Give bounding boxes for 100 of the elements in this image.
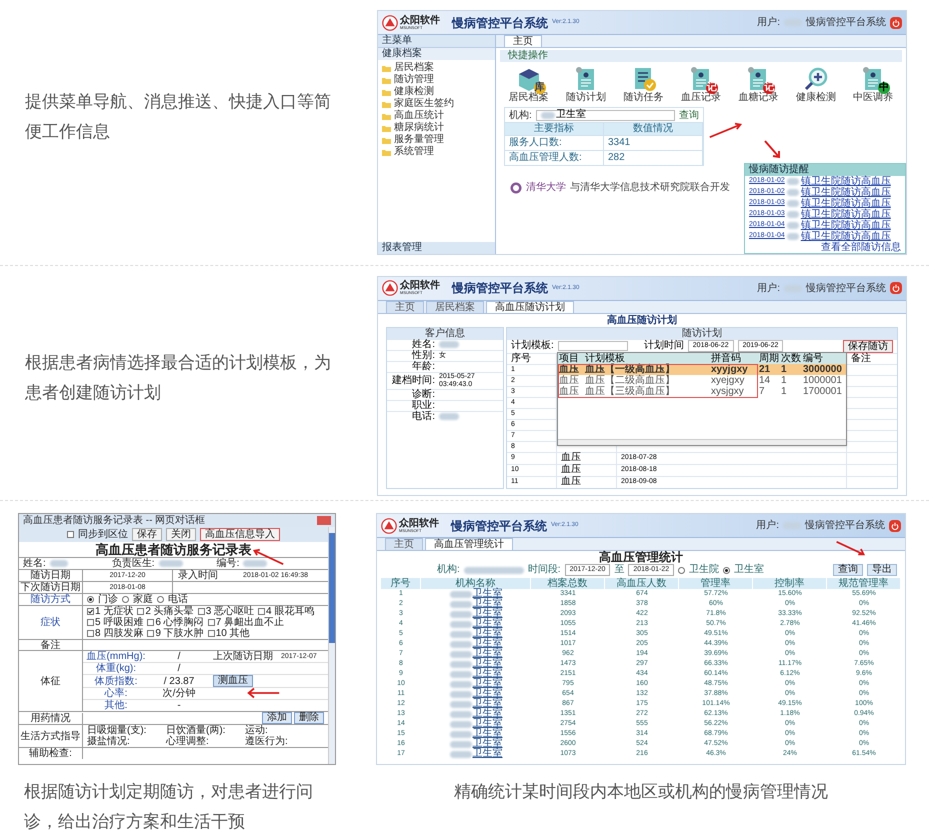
radio-button[interactable] [122, 596, 129, 603]
table-cell[interactable]: 卫生室 [472, 629, 502, 639]
column-header: 档案总数 [531, 578, 605, 589]
feature-caption: 根据患者病情选择最合适的计划模板，为患者创建随访计划 [25, 352, 332, 404]
sidebar-item[interactable]: 糖尿病统计 [382, 122, 491, 134]
checkbox[interactable] [147, 630, 154, 637]
table-cell[interactable]: 卫生室 [472, 709, 502, 719]
power-button[interactable] [890, 16, 902, 28]
dropdown-cell[interactable]: 血压 [558, 374, 584, 386]
template-field[interactable] [558, 341, 628, 352]
checkbox[interactable] [198, 608, 205, 615]
checkbox[interactable] [208, 630, 215, 637]
checkbox[interactable] [258, 608, 266, 615]
table-cell[interactable]: 卫生室 [472, 669, 502, 679]
checkbox[interactable] [208, 619, 215, 626]
tab[interactable]: 主页 [386, 300, 424, 313]
sidebar-item[interactable]: 高血压统计 [382, 110, 491, 122]
checkbox[interactable] [137, 608, 144, 615]
sidebar-item[interactable]: 随访管理 [382, 74, 491, 86]
table-cell[interactable]: 卫生室 [472, 619, 502, 629]
sidebar-item[interactable]: 系统管理 [382, 146, 491, 158]
table-cell[interactable]: 卫生室 [472, 689, 502, 699]
section-header: 随访计划 [507, 328, 897, 339]
search-label: 机构: [509, 108, 532, 122]
tab[interactable]: 居民档案 [426, 300, 484, 313]
scrollbar[interactable] [558, 438, 846, 445]
reminder-link[interactable]: 镇卫生院随访高血压 [800, 210, 891, 220]
dropdown-cell[interactable]: 14 [758, 374, 780, 386]
table-cell[interactable]: 卫生室 [472, 609, 502, 619]
toolbar-button[interactable]: 保存 [132, 528, 162, 541]
toolbar-button[interactable]: 关闭 [166, 528, 196, 541]
shortcut-button[interactable]: 随访计划 [566, 66, 606, 103]
radio-button[interactable] [723, 566, 730, 574]
row-label: 录入时间 [177, 570, 219, 581]
reminder-link[interactable]: 镇卫生院随访高血压 [800, 220, 891, 230]
table-cell[interactable]: 卫生室 [472, 699, 502, 709]
radio-button[interactable] [678, 566, 686, 574]
reminder-link[interactable]: 镇卫生院随访高血压 [800, 198, 891, 208]
table-cell[interactable]: 卫生室 [472, 659, 502, 669]
section-header: 客户信息 [387, 328, 503, 339]
dropdown-cell[interactable]: 7 [758, 386, 780, 397]
checkbox[interactable] [87, 619, 94, 626]
template-label: 计划模板: [511, 341, 554, 352]
table-cell[interactable]: 卫生室 [472, 729, 502, 739]
dropdown-cell[interactable]: 血压【二级高血压】 [584, 374, 710, 386]
tab[interactable]: 高血压管理统计 [425, 538, 513, 550]
toolbar-button[interactable]: 高血压信息导入 [200, 528, 280, 541]
search-button[interactable]: 查询 [679, 108, 699, 122]
tab[interactable]: 高血压随访计划 [486, 300, 574, 313]
dropdown-cell[interactable]: 血压 [558, 386, 584, 397]
table-cell[interactable]: 卫生室 [472, 749, 502, 759]
dropdown-cell[interactable]: 1 [780, 386, 802, 397]
table-cell[interactable]: 卫生室 [472, 739, 502, 749]
column-header: 次数 [780, 352, 802, 364]
table-cell[interactable]: 卫生室 [472, 719, 502, 729]
radio-button[interactable] [87, 596, 94, 603]
tab[interactable]: 主页 [504, 35, 542, 47]
reminder-link[interactable]: 镇卫生院随访高血压 [800, 188, 891, 198]
sidebar-title: 主菜单 [378, 35, 495, 47]
filter-button[interactable]: 导出 [867, 564, 897, 576]
measure-button[interactable]: 测血压 [213, 675, 253, 687]
checkbox[interactable] [87, 630, 94, 637]
dropdown-cell[interactable]: 1700001 [802, 386, 846, 397]
shortcut-button[interactable]: 健康检测 [796, 66, 836, 103]
table-cell[interactable]: 卫生室 [472, 679, 502, 689]
save-button[interactable]: 保存随访 [843, 340, 893, 353]
filter-button[interactable]: 查询 [833, 564, 863, 576]
checkbox[interactable] [67, 531, 74, 538]
table-cell[interactable]: 卫生室 [472, 589, 502, 599]
scrollbar[interactable] [328, 527, 335, 764]
reminder-link[interactable]: 镇卫生院随访高血压 [800, 232, 891, 242]
dropdown-cell[interactable]: 3000000 [802, 364, 846, 375]
reminder-link[interactable]: 镇卫生院随访高血压 [800, 176, 891, 186]
table-cell[interactable]: 卫生室 [472, 599, 502, 609]
sidebar-item[interactable]: 家庭医生签约 [382, 98, 491, 110]
dropdown-cell[interactable]: 1000001 [802, 374, 846, 386]
search-field[interactable]: 卫生室 [536, 110, 675, 120]
more-link[interactable]: 查看全部随访信息 [821, 242, 905, 253]
radio-button[interactable] [157, 596, 164, 603]
power-button[interactable] [890, 282, 902, 294]
tab[interactable]: 主页 [385, 538, 423, 550]
checkbox[interactable] [147, 619, 154, 626]
dropdown-cell[interactable]: xysjgxy [710, 386, 758, 397]
table-cell[interactable]: 卫生室 [472, 639, 502, 649]
field-label: 日吸烟量(支): [87, 725, 148, 736]
dropdown-cell[interactable]: 21 [758, 364, 780, 375]
checkbox[interactable] [87, 608, 94, 615]
power-button[interactable] [889, 520, 901, 532]
sidebar-item[interactable]: 健康检测 [382, 86, 491, 98]
table-cell: 高血压管理人数: [505, 150, 604, 165]
medication-button[interactable]: 删除 [294, 712, 324, 724]
sidebar-item[interactable]: 服务量管理 [382, 134, 491, 146]
dropdown-cell[interactable]: 1 [780, 364, 802, 375]
dropdown-cell[interactable]: xyejgxy [710, 374, 758, 386]
shortcut-button[interactable]: 随访任务 [624, 66, 664, 103]
medication-button[interactable]: 添加 [262, 712, 292, 724]
dropdown-cell[interactable]: 血压【三级高血压】 [584, 386, 710, 397]
dropdown-cell[interactable]: 1 [780, 374, 802, 386]
table-cell[interactable]: 卫生室 [472, 649, 502, 659]
sidebar-item[interactable]: 居民档案 [382, 62, 491, 74]
